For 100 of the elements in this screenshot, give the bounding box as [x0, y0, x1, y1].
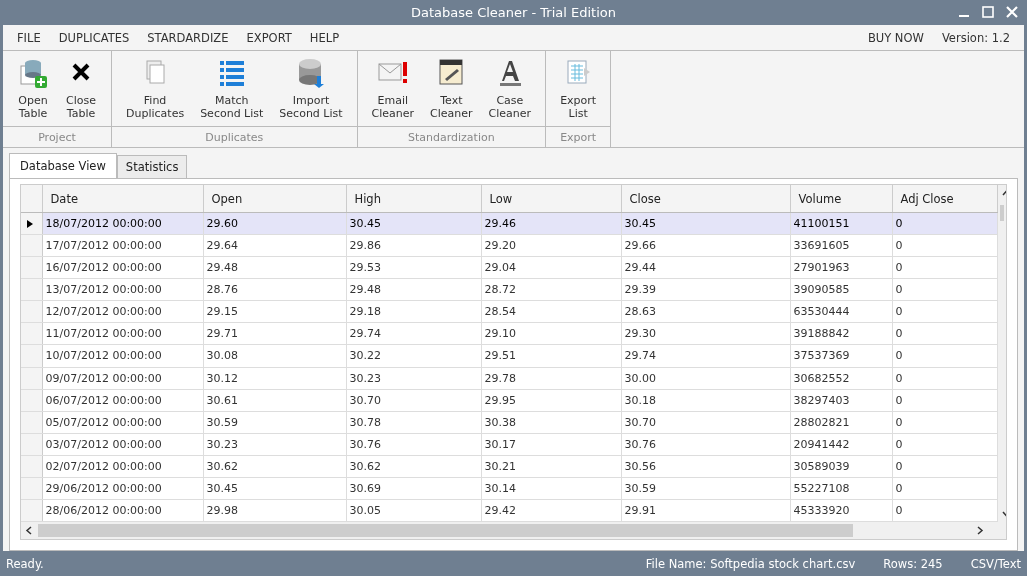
window-title: Database Cleaner - Trial Edition — [411, 5, 616, 20]
table-cell: 29.64 — [203, 234, 346, 257]
table-cell: 30.17 — [481, 433, 621, 456]
table-cell: 11/07/2012 00:00:00 — [42, 322, 203, 345]
group-label: Export — [560, 130, 597, 144]
table-cell: 30589039 — [790, 455, 892, 478]
table-cell: 30.05 — [346, 499, 481, 522]
table-cell: 30.21 — [481, 455, 621, 478]
table-cell: 28.54 — [481, 300, 621, 323]
table-cell: 0 — [892, 322, 997, 345]
column-header[interactable]: Close — [621, 185, 790, 213]
ribbon-button[interactable]: Email Cleaner — [363, 51, 423, 126]
table-cell: 37537369 — [790, 344, 892, 367]
column-header[interactable]: Adj Close — [892, 185, 997, 213]
table-cell: 30.62 — [346, 455, 481, 478]
column-header[interactable]: Volume — [790, 185, 892, 213]
scroll-right-icon[interactable] — [975, 526, 984, 535]
ribbon-button[interactable]: Close Table — [57, 51, 105, 126]
table-cell: 02/07/2012 00:00:00 — [42, 455, 203, 478]
table-cell: 29.48 — [203, 256, 346, 279]
table-cell: 29.20 — [481, 234, 621, 257]
menu-item[interactable]: STARDARDIZE — [147, 30, 229, 45]
table-cell: 0 — [892, 389, 997, 412]
table-cell: 30.14 — [481, 477, 621, 500]
table-cell: 28.72 — [481, 278, 621, 301]
close-icon[interactable] — [1005, 5, 1019, 19]
table-cell: 30.22 — [346, 344, 481, 367]
table-cell: 29.60 — [203, 212, 346, 235]
buy-now-link[interactable]: BUY NOW — [867, 30, 924, 45]
table-cell: 0 — [892, 300, 997, 323]
current-row-icon — [27, 219, 33, 228]
table-cell: 29.51 — [481, 344, 621, 367]
table-cell: 29.30 — [621, 322, 790, 345]
table-cell: 29/06/2012 00:00:00 — [42, 477, 203, 500]
table-cell: 29.78 — [481, 367, 621, 390]
menu-item[interactable]: EXPORT — [246, 30, 292, 45]
table-cell: 30.12 — [203, 367, 346, 390]
table-cell: 30.62 — [203, 455, 346, 478]
menu-item[interactable]: FILE — [17, 30, 41, 45]
table-cell: 33691605 — [790, 234, 892, 257]
table-cell: 38297403 — [790, 389, 892, 412]
table-cell: 03/07/2012 00:00:00 — [42, 433, 203, 456]
table-cell: 28.76 — [203, 278, 346, 301]
ribbon-button[interactable]: Find Duplicates — [118, 51, 193, 126]
maximize-icon[interactable] — [981, 5, 995, 19]
table-cell: 29.74 — [621, 344, 790, 367]
table-cell: 29.74 — [346, 322, 481, 345]
table-cell: 29.71 — [203, 322, 346, 345]
ribbon-button[interactable]: Match Second List — [192, 51, 272, 126]
column-header[interactable]: Low — [481, 185, 621, 213]
table-cell: 0 — [892, 344, 997, 367]
table-cell: 29.46 — [481, 212, 621, 235]
horizontal-scrollbar[interactable] — [21, 522, 1006, 539]
table-cell: 29.39 — [621, 278, 790, 301]
status-text: Ready. — [6, 556, 44, 571]
table-cell: 29.98 — [203, 499, 346, 522]
table-cell: 0 — [892, 256, 997, 279]
ribbon-button[interactable]: Export List — [552, 51, 605, 126]
table-cell: 28/06/2012 00:00:00 — [42, 499, 203, 522]
table-cell: 30.23 — [346, 367, 481, 390]
table-cell: 45333920 — [790, 499, 892, 522]
table-cell: 29.66 — [621, 234, 790, 257]
status-field: File Name: Softpedia stock chart.csv — [645, 556, 856, 571]
table-cell: 06/07/2012 00:00:00 — [42, 389, 203, 412]
table-cell: 0 — [892, 477, 997, 500]
table-cell: 13/07/2012 00:00:00 — [42, 278, 203, 301]
menu-item[interactable]: DUPLICATES — [58, 30, 130, 45]
table-cell: 12/07/2012 00:00:00 — [42, 300, 203, 323]
table-cell: 0 — [892, 411, 997, 434]
table-cell: 30.18 — [621, 389, 790, 412]
table-cell: 30.76 — [621, 433, 790, 456]
table-cell: 28.63 — [621, 300, 790, 323]
ribbon-button[interactable]: Text Cleaner — [422, 51, 481, 126]
table-cell: 30.70 — [621, 411, 790, 434]
tab[interactable]: Database View — [9, 153, 117, 179]
column-header[interactable]: Open — [203, 185, 346, 213]
table-cell: 29.53 — [346, 256, 481, 279]
tab[interactable]: Statistics — [116, 155, 188, 178]
scroll-left-icon[interactable] — [25, 526, 34, 535]
table-cell: 17/07/2012 00:00:00 — [42, 234, 203, 257]
group-label: Standardization — [408, 130, 495, 144]
ribbon-button[interactable]: Open Table — [9, 51, 57, 126]
column-header[interactable]: High — [346, 185, 481, 213]
table-cell: 29.91 — [621, 499, 790, 522]
group-label: Project — [38, 130, 76, 144]
table-cell: 0 — [892, 278, 997, 301]
table-cell: 10/07/2012 00:00:00 — [42, 344, 203, 367]
ribbon-button[interactable]: Case Cleaner — [480, 51, 540, 126]
table-cell: 29.18 — [346, 300, 481, 323]
table-cell: 0 — [892, 455, 997, 478]
table-cell: 29.04 — [481, 256, 621, 279]
table-cell: 39090585 — [790, 278, 892, 301]
column-header[interactable]: Date — [42, 185, 203, 213]
table-cell: 27901963 — [790, 256, 892, 279]
table-cell: 63530444 — [790, 300, 892, 323]
table-cell: 30.00 — [621, 367, 790, 390]
table-cell: 09/07/2012 00:00:00 — [42, 367, 203, 390]
menu-item[interactable]: HELP — [309, 30, 340, 45]
table-cell: 05/07/2012 00:00:00 — [42, 411, 203, 434]
ribbon-button[interactable]: Import Second List — [271, 51, 351, 126]
